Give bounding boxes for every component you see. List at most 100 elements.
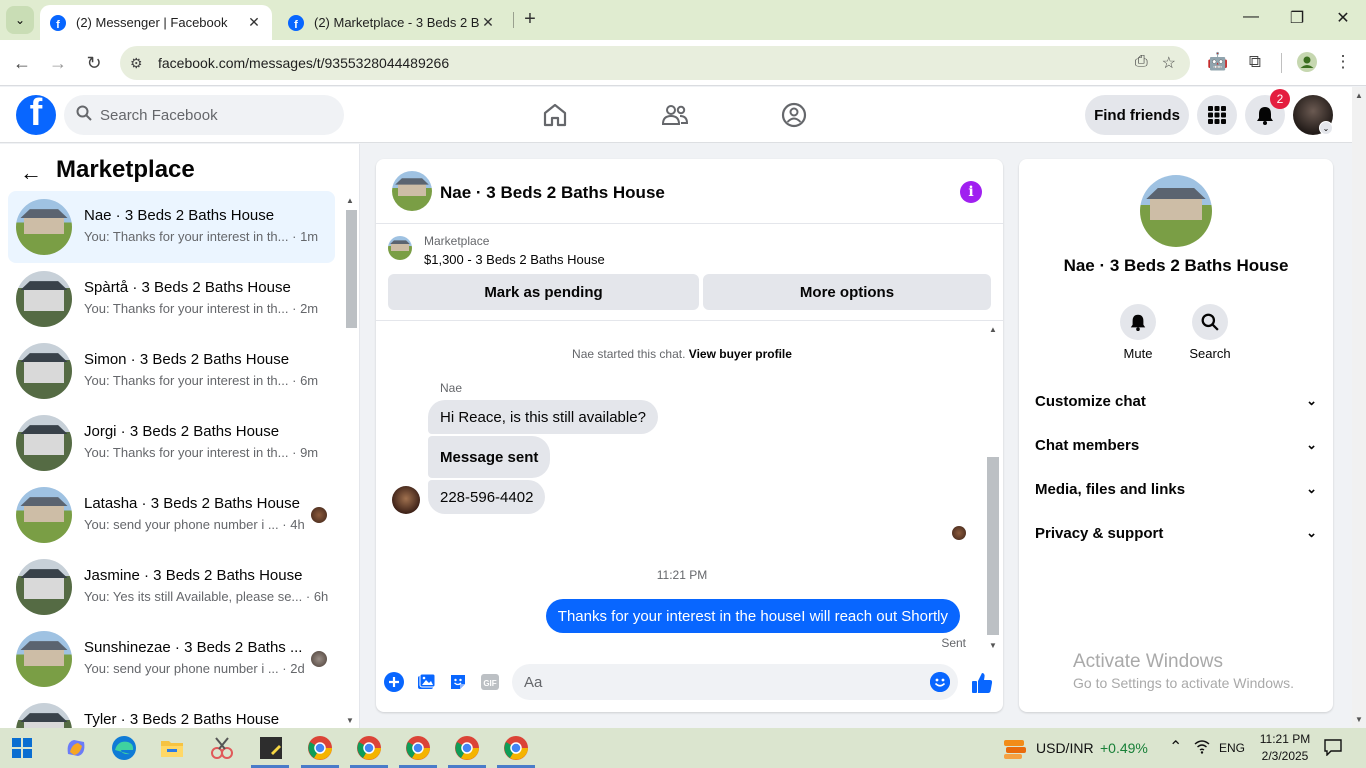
friends-icon[interactable] [661, 101, 689, 129]
copilot-extension-icon[interactable]: 🤖 [1207, 52, 1229, 72]
scroll-down-icon[interactable]: ▼ [989, 641, 997, 650]
forward-arrow-icon[interactable]: → [46, 51, 70, 75]
site-info-icon[interactable]: ⚙ [130, 55, 150, 72]
chat-members-section[interactable]: Chat members ⌄ [1035, 425, 1317, 465]
scroll-up-icon[interactable]: ▲ [1355, 91, 1363, 100]
message-input-box[interactable] [512, 664, 958, 700]
avatar[interactable] [392, 486, 420, 514]
snipping-tool-icon[interactable] [208, 734, 236, 762]
scroll-up-icon[interactable]: ▲ [989, 325, 997, 334]
window-close-icon[interactable]: ✕ [1320, 8, 1366, 28]
clock-date[interactable]: 2/3/2025 [1250, 749, 1320, 763]
chrome-profile-icon[interactable] [306, 734, 334, 762]
mute-button[interactable]: Mute [1108, 304, 1168, 361]
language-indicator[interactable]: ENG [1219, 741, 1245, 755]
sticky-notes-icon[interactable] [257, 734, 285, 762]
thumbs-up-icon[interactable] [970, 671, 993, 693]
facebook-logo[interactable]: f [16, 95, 56, 135]
message-input[interactable] [524, 673, 904, 691]
home-icon[interactable] [541, 101, 569, 129]
file-explorer-icon[interactable] [158, 734, 186, 762]
chevron-up-icon[interactable]: ⌃ [1169, 737, 1182, 757]
url-text[interactable]: facebook.com/messages/t/9355328044489266 [158, 55, 449, 71]
list-item[interactable]: Nae · 3 Beds 2 Baths House You: Thanks f… [8, 191, 335, 263]
add-plus-icon[interactable] [384, 672, 406, 694]
stock-change[interactable]: +0.49% [1100, 740, 1148, 756]
new-tab-button[interactable]: + [518, 8, 542, 31]
tab-messenger[interactable]: f (2) Messenger | Facebook ✕ [40, 5, 272, 40]
bookmark-star-icon[interactable]: ☆ [1162, 53, 1176, 73]
list-item[interactable]: Jorgi · 3 Beds 2 Baths House You: Thanks… [8, 407, 335, 479]
incoming-message[interactable]: Hi Reace, is this still available? [428, 400, 658, 434]
mark-as-pending-button[interactable]: Mark as pending [388, 274, 699, 310]
list-scrollbar[interactable]: ▲ ▼ [343, 192, 359, 728]
close-tab-icon[interactable]: ✕ [480, 14, 496, 31]
gif-icon[interactable]: GIF [480, 672, 502, 694]
chevron-down-icon: ⌄ [1306, 481, 1317, 496]
customize-chat-section[interactable]: Customize chat ⌄ [1035, 381, 1317, 421]
listing-price[interactable]: $1,300 - 3 Beds 2 Baths House [424, 252, 605, 267]
scroll-down-icon[interactable]: ▼ [1355, 715, 1363, 724]
menu-grid-icon[interactable] [1197, 95, 1237, 135]
install-app-icon[interactable]: ⎙ [1135, 53, 1148, 73]
url-omnibox[interactable]: ⚙ facebook.com/messages/t/93553280444892… [120, 46, 1190, 80]
search-input[interactable] [100, 106, 320, 124]
stock-widget-icon[interactable] [1002, 734, 1028, 762]
clock-time[interactable]: 11:21 PM [1250, 732, 1320, 746]
chrome-profile-icon[interactable] [453, 734, 481, 762]
list-item[interactable]: Latasha · 3 Beds 2 Baths House You: send… [8, 479, 335, 551]
account-chevron-icon[interactable]: ⌄ [1319, 121, 1333, 135]
list-item[interactable]: Spàrtå · 3 Beds 2 Baths House You: Thank… [8, 263, 335, 335]
listing-thumbnail[interactable] [388, 236, 412, 260]
list-item[interactable]: Sunshinezae · 3 Beds 2 Baths ... You: se… [8, 623, 335, 695]
chat-scrollbar[interactable]: ▲ ▼ [986, 323, 1000, 653]
outgoing-message[interactable]: Thanks for your interest in the houseI w… [545, 599, 960, 633]
back-arrow-icon[interactable]: ← [20, 160, 42, 186]
chat-title[interactable]: Nae · 3 Beds 2 Baths House [440, 183, 665, 203]
browser-menu-icon[interactable]: ⋮ [1332, 52, 1354, 72]
scrollbar-thumb[interactable] [346, 210, 357, 328]
edge-browser-icon[interactable] [110, 734, 138, 762]
conversation-preview: You: Thanks for your interest in th... ·… [84, 445, 319, 460]
media-files-links-section[interactable]: Media, files and links ⌄ [1035, 469, 1317, 509]
listing-photo[interactable] [1140, 175, 1212, 247]
view-buyer-profile-link[interactable]: View buyer profile [689, 347, 792, 361]
chrome-profile-icon[interactable] [355, 734, 383, 762]
tab-search-dropdown[interactable]: ⌄ [6, 6, 34, 34]
incoming-message[interactable]: 228-596-4402 [428, 480, 546, 514]
page-scrollbar[interactable]: ▲ ▼ [1352, 87, 1366, 728]
wifi-icon[interactable] [1194, 739, 1210, 758]
scroll-down-icon[interactable]: ▼ [346, 716, 354, 725]
list-item[interactable]: Jasmine · 3 Beds 2 Baths House You: Yes … [8, 551, 335, 623]
groups-icon[interactable] [780, 101, 808, 129]
facebook-search[interactable] [64, 95, 344, 135]
chrome-profile-icon[interactable] [404, 734, 432, 762]
info-icon[interactable]: i [960, 181, 982, 203]
chat-thumbnail[interactable] [392, 171, 432, 211]
find-friends-button[interactable]: Find friends [1085, 95, 1189, 135]
profile-icon[interactable] [1296, 52, 1318, 77]
notification-center-icon[interactable] [1324, 738, 1342, 759]
copilot-icon[interactable] [62, 734, 90, 762]
back-arrow-icon[interactable]: ← [10, 51, 34, 75]
photo-icon[interactable] [416, 672, 438, 694]
windows-start-icon[interactable] [12, 738, 32, 758]
extensions-puzzle-icon[interactable]: ⧉ [1244, 52, 1266, 72]
chrome-profile-icon[interactable] [502, 734, 530, 762]
search-button[interactable]: Search [1180, 304, 1240, 361]
privacy-support-section[interactable]: Privacy & support ⌄ [1035, 513, 1317, 553]
close-tab-icon[interactable]: ✕ [246, 14, 262, 31]
minimize-icon[interactable]: — [1228, 8, 1274, 26]
tab-marketplace[interactable]: f (2) Marketplace - 3 Beds 2 Bath ✕ [278, 5, 506, 40]
restore-icon[interactable]: ❐ [1274, 8, 1320, 28]
stock-ticker[interactable]: USD/INR [1036, 740, 1094, 756]
sticker-icon[interactable] [448, 672, 470, 694]
list-item[interactable]: Simon · 3 Beds 2 Baths House You: Thanks… [8, 335, 335, 407]
more-options-button[interactable]: More options [703, 274, 991, 310]
chevron-down-icon: ⌄ [1306, 437, 1317, 452]
incoming-message[interactable]: Message sent [428, 436, 551, 478]
scroll-up-icon[interactable]: ▲ [346, 196, 354, 205]
scrollbar-thumb[interactable] [987, 457, 999, 635]
reload-icon[interactable]: ↻ [82, 51, 106, 75]
emoji-icon[interactable] [930, 672, 950, 692]
